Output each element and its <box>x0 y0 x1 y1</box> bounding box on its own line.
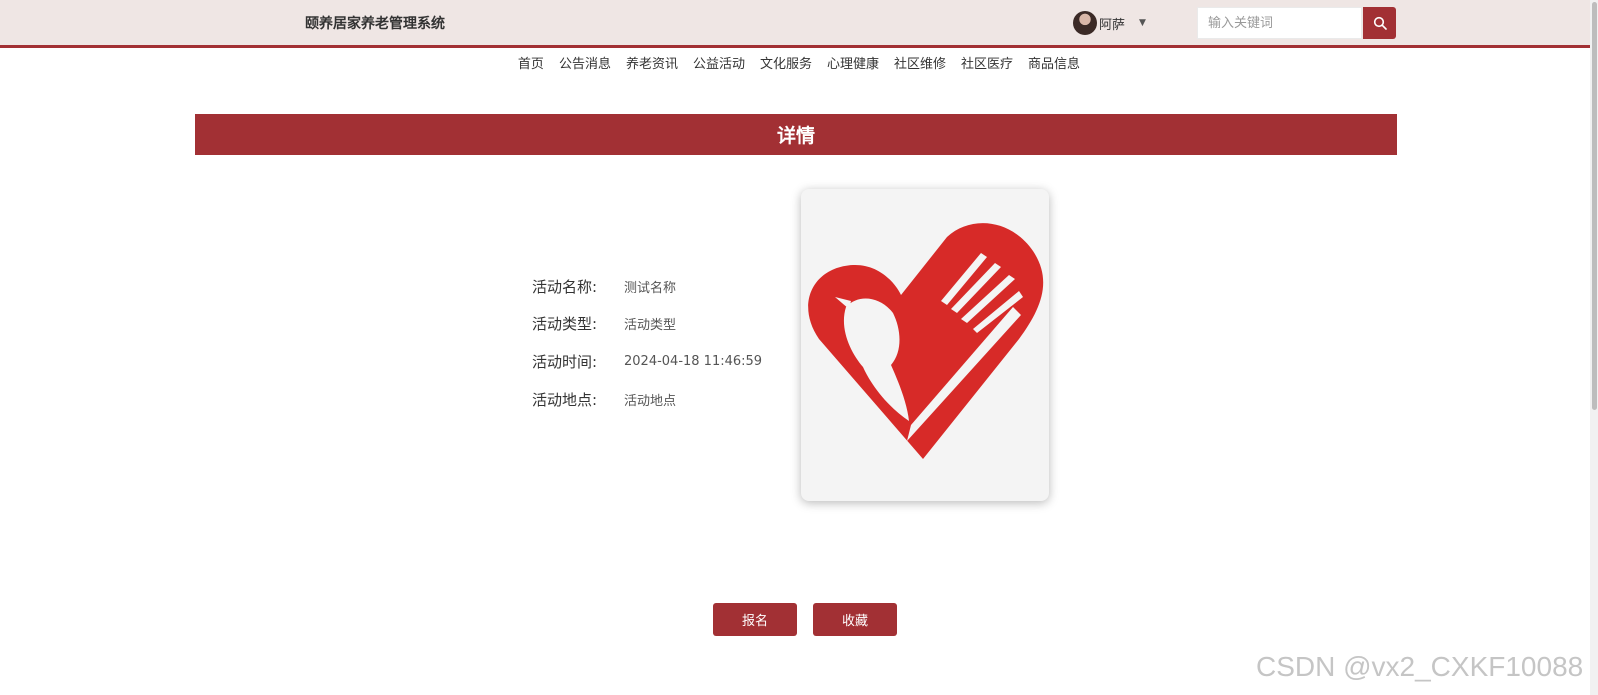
main-nav: 首页 公告消息 养老资讯 公益活动 文化服务 心理健康 社区维修 社区医疗 商品… <box>0 53 1598 72</box>
search-input[interactable] <box>1197 7 1362 39</box>
info-row-type: 活动类型: 活动类型 <box>532 312 676 334</box>
site-title: 颐养居家养老管理系统 <box>305 16 445 32</box>
search-icon <box>1373 16 1387 30</box>
caret-down-icon: ▼ <box>1139 18 1146 28</box>
avatar <box>1073 11 1097 35</box>
watermark: CSDN @vx2_CXKF10088 <box>1256 651 1584 682</box>
info-value: 2024-04-18 11:46:59 <box>624 353 763 369</box>
nav-item-culture-services[interactable]: 文化服务 <box>760 53 812 72</box>
info-value: 活动地点 <box>624 393 677 409</box>
activity-image <box>801 189 1049 501</box>
info-label: 活动地点: <box>532 390 598 409</box>
nav-item-home[interactable]: 首页 <box>518 53 544 72</box>
nav-item-announcements[interactable]: 公告消息 <box>559 53 611 72</box>
nav-item-mental-health[interactable]: 心理健康 <box>827 53 879 72</box>
scrollbar-thumb[interactable] <box>1592 2 1597 410</box>
nav-item-products[interactable]: 商品信息 <box>1028 53 1080 72</box>
top-bar: 颐养居家养老管理系统 阿萨 ▼ <box>0 0 1598 48</box>
detail-header: 详情 <box>195 114 1397 155</box>
nav-item-community-repair[interactable]: 社区维修 <box>894 53 946 72</box>
info-value: 活动类型 <box>624 317 677 333</box>
nav-item-charity-events[interactable]: 公益活动 <box>693 53 745 72</box>
favorite-button[interactable]: 收藏 <box>813 603 897 636</box>
info-label: 活动名称: <box>532 277 598 296</box>
info-row-name: 活动名称: 测试名称 <box>532 275 676 297</box>
user-name: 阿萨 <box>1099 17 1126 33</box>
info-row-location: 活动地点: 活动地点 <box>532 388 676 410</box>
info-value: 测试名称 <box>624 280 677 296</box>
nav-item-community-medical[interactable]: 社区医疗 <box>961 53 1013 72</box>
info-label: 活动类型: <box>532 314 598 333</box>
signup-button[interactable]: 报名 <box>713 603 797 636</box>
info-row-time: 活动时间: 2024-04-18 11:46:59 <box>532 350 762 372</box>
user-menu[interactable]: 阿萨 ▼ <box>1073 10 1146 36</box>
search-button[interactable] <box>1363 7 1396 39</box>
heart-dove-hand-logo-icon <box>808 223 1044 459</box>
info-label: 活动时间: <box>532 352 598 371</box>
nav-item-elderly-news[interactable]: 养老资讯 <box>626 53 678 72</box>
